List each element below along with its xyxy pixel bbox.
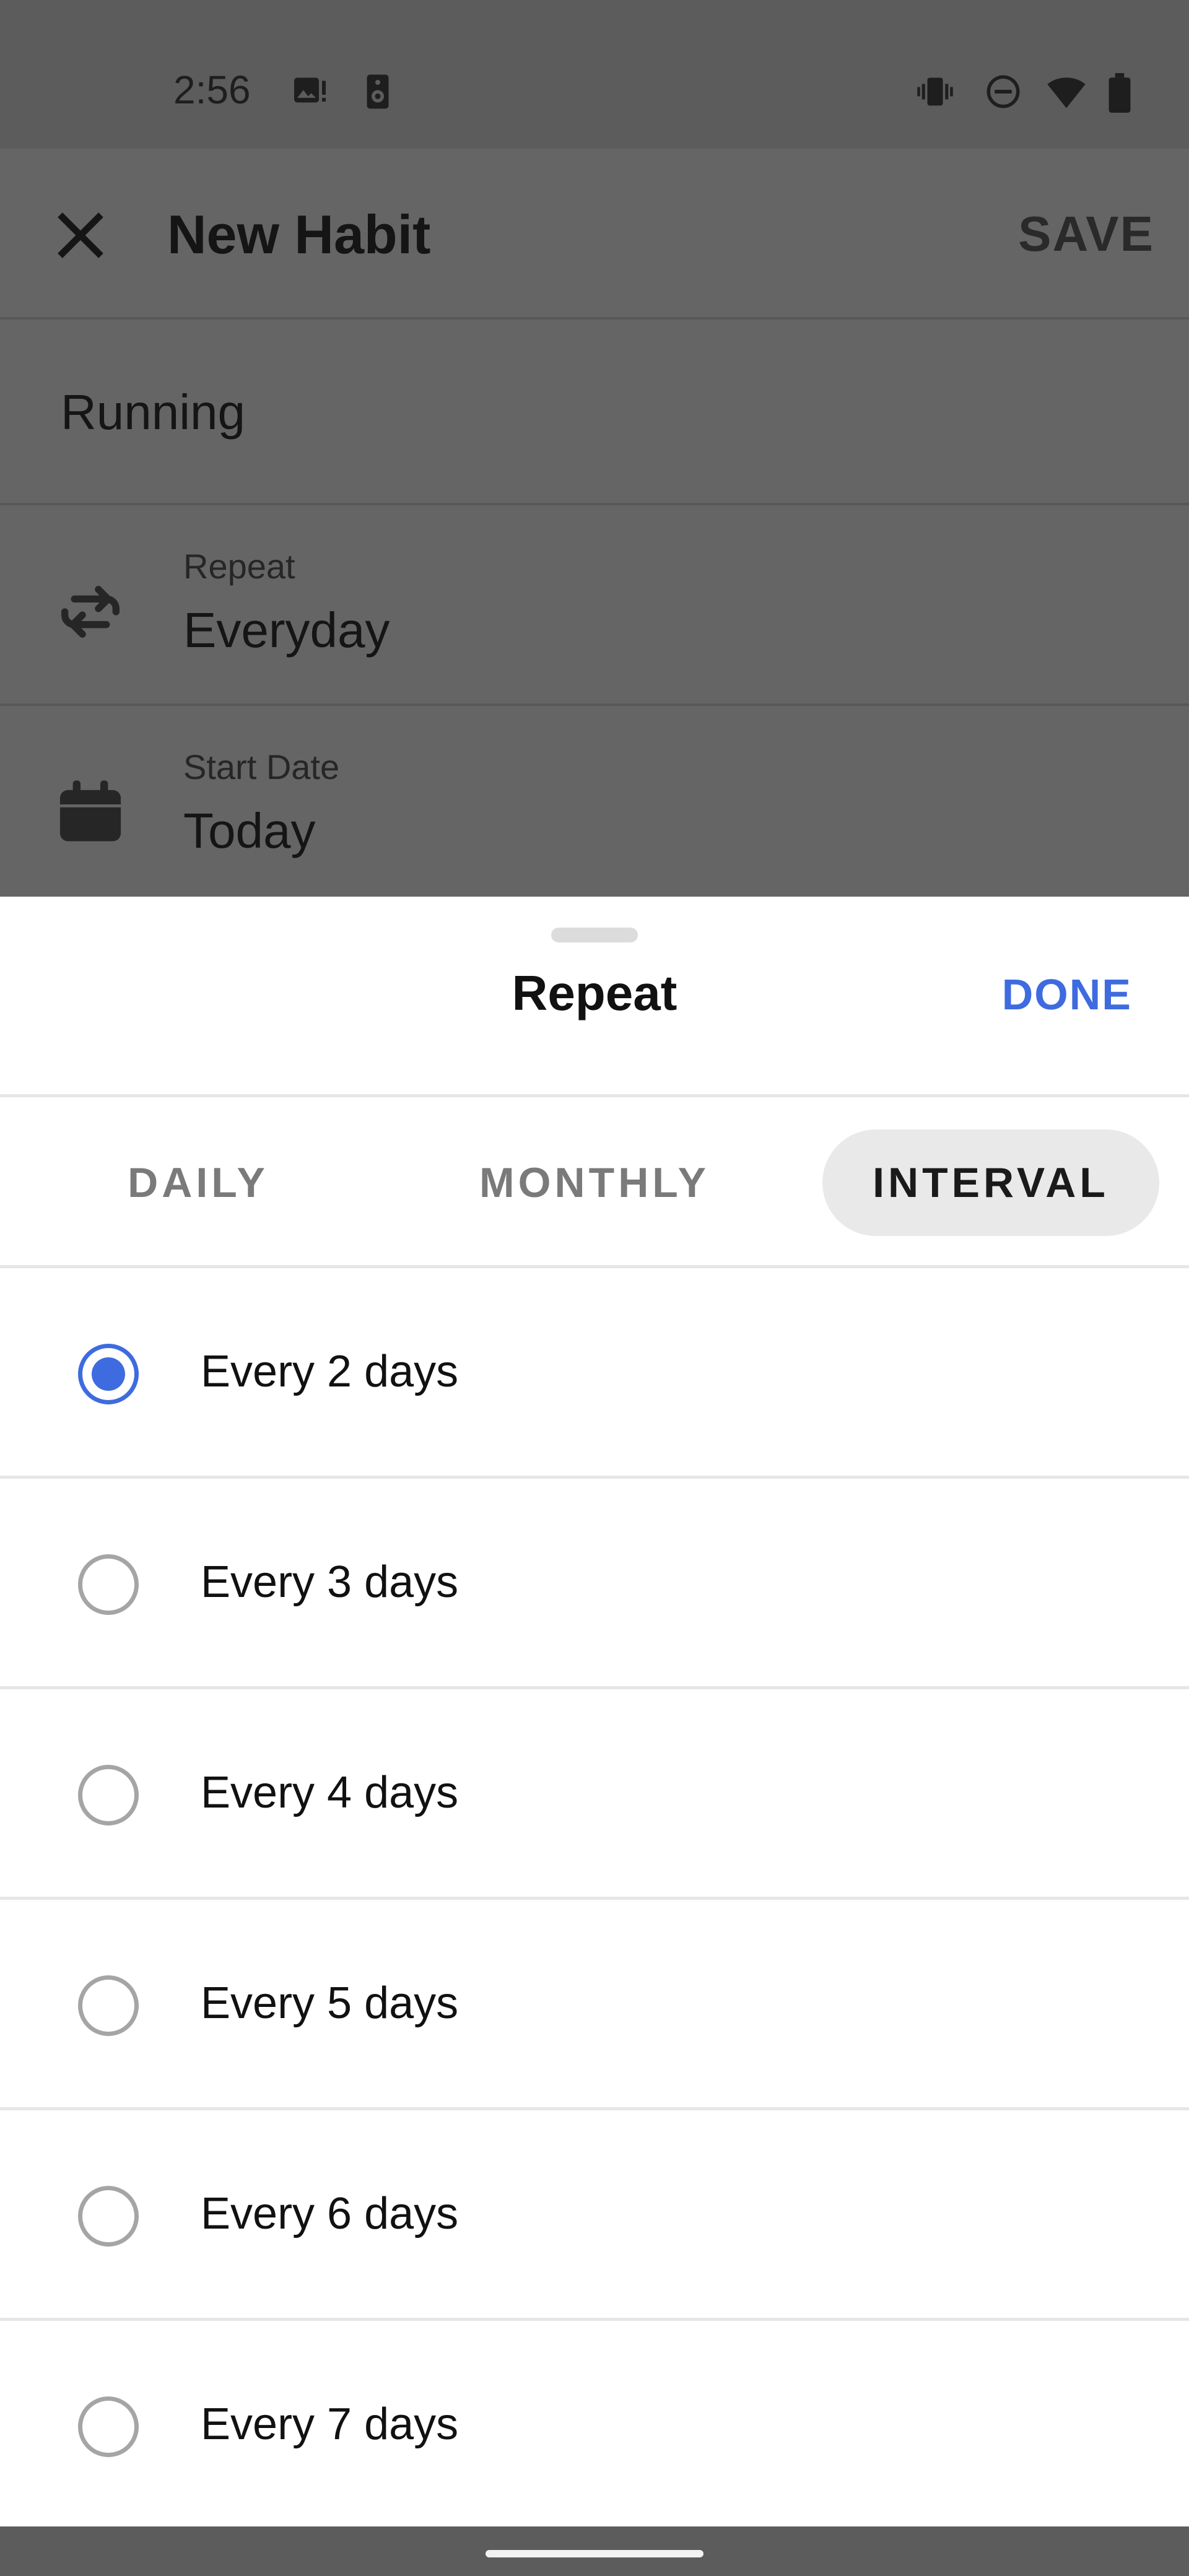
radio-button-selected[interactable] <box>78 1344 139 1404</box>
do-not-disturb-icon <box>985 73 1022 110</box>
sheet-header: Repeat DONE <box>0 897 1189 1097</box>
radio-button[interactable] <box>78 2396 139 2457</box>
tab-interval[interactable]: INTERVAL <box>822 1129 1159 1236</box>
list-item[interactable]: Every 5 days <box>0 1900 1189 2110</box>
drag-handle[interactable] <box>551 928 638 942</box>
option-label: Every 4 days <box>201 1768 459 1817</box>
repeat-setting[interactable]: Repeat Everyday <box>0 508 1189 706</box>
radio-button[interactable] <box>78 1975 139 2036</box>
tab-monthly[interactable]: MONTHLY <box>458 1129 731 1236</box>
option-label: Every 3 days <box>201 1557 459 1607</box>
repeat-icon <box>52 573 129 650</box>
habit-name-value: Running <box>61 385 246 440</box>
close-icon <box>50 212 111 269</box>
vibrate-icon <box>917 73 954 110</box>
option-label: Every 7 days <box>201 2400 459 2449</box>
background-screen: 2:56 New Habit SAVE Running Repeat Every… <box>0 0 1189 897</box>
status-bar: 2:56 <box>0 0 1189 149</box>
option-label: Every 6 days <box>201 2189 459 2239</box>
speaker-icon <box>359 73 396 110</box>
repeat-label: Repeat <box>183 547 295 586</box>
calendar-icon <box>52 774 129 851</box>
image-alert-icon <box>291 73 328 110</box>
repeat-mode-tabs: DAILY MONTHLY INTERVAL <box>0 1097 1189 1268</box>
list-item[interactable]: Every 4 days <box>0 1689 1189 1900</box>
radio-button[interactable] <box>78 1765 139 1825</box>
save-button[interactable]: SAVE <box>1018 206 1154 263</box>
status-time: 2:56 <box>173 67 251 112</box>
radio-button[interactable] <box>78 1554 139 1615</box>
done-button[interactable]: DONE <box>1002 970 1132 1019</box>
start-date-value: Today <box>183 803 316 858</box>
home-indicator[interactable] <box>486 2550 703 2557</box>
tab-daily[interactable]: DAILY <box>87 1129 310 1236</box>
navigation-bar <box>0 2526 1189 2576</box>
radio-button[interactable] <box>78 2186 139 2247</box>
list-item[interactable]: Every 6 days <box>0 2110 1189 2321</box>
list-item[interactable]: Every 3 days <box>0 1479 1189 1689</box>
interval-option-list: Every 2 days Every 3 days Every 4 days E… <box>0 1268 1189 2531</box>
option-label: Every 5 days <box>201 1978 459 2028</box>
option-label: Every 2 days <box>201 1347 459 1396</box>
battery-icon <box>1106 73 1143 113</box>
app-bar: New Habit SAVE <box>0 149 1189 320</box>
list-item[interactable]: Every 7 days <box>0 2321 1189 2531</box>
repeat-value: Everyday <box>183 603 390 658</box>
page-title: New Habit <box>167 204 431 265</box>
start-date-label: Start Date <box>183 747 340 786</box>
repeat-bottom-sheet: Repeat DONE DAILY MONTHLY INTERVAL Every… <box>0 897 1189 2526</box>
list-item[interactable]: Every 2 days <box>0 1268 1189 1479</box>
habit-name-field[interactable]: Running <box>0 322 1189 505</box>
start-date-setting[interactable]: Start Date Today <box>0 708 1189 907</box>
wifi-icon <box>1047 73 1086 110</box>
close-button[interactable] <box>50 204 111 266</box>
